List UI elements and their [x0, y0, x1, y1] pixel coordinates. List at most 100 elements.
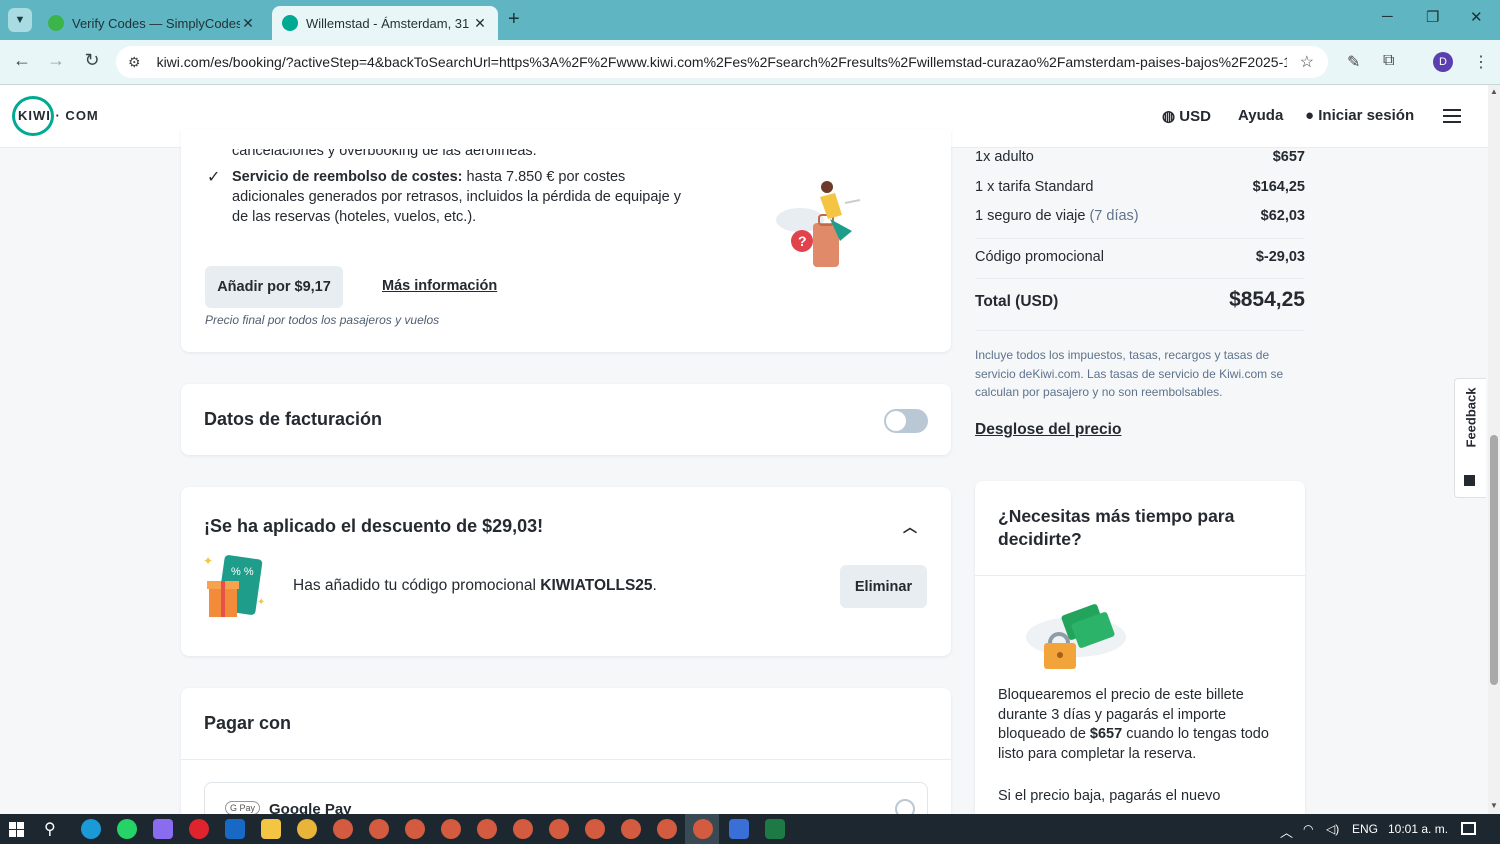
vpn-icon[interactable] — [729, 819, 749, 839]
user-icon: ● — [1305, 107, 1315, 124]
scrollbar-thumb[interactable] — [1490, 435, 1498, 685]
url-text[interactable]: kiwi.com/es/booking/?activeStep=4&backTo… — [157, 54, 1287, 70]
payment-divider — [181, 759, 951, 760]
hamburger-menu-icon[interactable] — [1443, 109, 1461, 123]
price-lock-card: ¿Necesitas más tiempo para decidirte? Bl… — [975, 481, 1305, 826]
browser-toolbar: ← → ↻ ⚙ kiwi.com/es/booking/?activeStep=… — [0, 40, 1500, 85]
discount-title: ¡Se ha aplicado el descuento de $29,03! — [204, 516, 544, 536]
promo-code: KIWIATOLLS25 — [540, 577, 653, 594]
price-note: Precio final por todos los pasajeros y v… — [205, 313, 440, 327]
tab-title: Verify Codes — SimplyCodes — [72, 15, 240, 31]
chrome-profile-icon[interactable] — [585, 819, 605, 839]
profile-avatar[interactable]: D — [1433, 52, 1453, 72]
reload-icon[interactable]: ↻ — [80, 50, 104, 71]
summary-label: Código promocional — [975, 249, 1104, 265]
tray-chevron-icon[interactable]: ︿ — [1280, 822, 1293, 841]
billing-title: Datos de facturación — [204, 409, 383, 429]
toggle-knob — [886, 411, 906, 431]
browser-tabstrip: ▼ Verify Codes — SimplyCodes ✕ Willemsta… — [0, 0, 1500, 40]
svg-text:✦: ✦ — [257, 597, 265, 608]
close-tab-icon[interactable]: ✕ — [240, 15, 256, 32]
summary-divider — [975, 238, 1305, 239]
chrome-profile-icon[interactable] — [549, 819, 569, 839]
windows-start-icon[interactable] — [9, 822, 24, 837]
excel-icon[interactable] — [765, 819, 785, 839]
price-lock-text-2: Si el precio baja, pagarás el nuevo — [998, 788, 1221, 804]
address-bar[interactable]: ⚙ kiwi.com/es/booking/?activeStep=4&back… — [116, 46, 1328, 78]
promo-text: Has añadido tu código promocional KIWIAT… — [293, 577, 657, 595]
outlook-icon[interactable] — [225, 819, 245, 839]
chrome-profile-icon[interactable] — [405, 819, 425, 839]
promo-text-prefix: Has añadido tu código promocional — [293, 577, 541, 594]
chrome-profile-icon[interactable] — [513, 819, 533, 839]
site-info-icon[interactable]: ⚙ — [128, 54, 141, 71]
promo-text-suffix: . — [652, 577, 657, 594]
summary-value: $62,03 — [1260, 208, 1305, 224]
signin-label: Iniciar sesión — [1318, 107, 1415, 124]
summary-value: $-29,03 — [1255, 249, 1305, 265]
price-lock-illustration — [1026, 604, 1126, 669]
insurance-duration: (7 días) — [1089, 208, 1139, 224]
wifi-icon[interactable]: ◠ — [1303, 822, 1313, 836]
signin-button[interactable]: ● Iniciar sesión — [1305, 107, 1414, 124]
clock[interactable]: 10:01 a. m. — [1388, 822, 1448, 836]
payment-title: Pagar con — [204, 713, 292, 733]
tab-verify-codes[interactable]: Verify Codes — SimplyCodes ✕ — [38, 6, 266, 40]
chevron-up-icon[interactable]: ︿ — [903, 517, 917, 537]
edit-icon[interactable]: ✎ — [1347, 52, 1360, 72]
tab-kiwi-booking[interactable]: Willemstad - Ámsterdam, 31 de ✕ — [272, 6, 498, 40]
page-scrollbar[interactable]: ▲ ▼ — [1488, 85, 1500, 814]
search-icon[interactable]: ⚲ — [44, 819, 56, 839]
close-tab-icon[interactable]: ✕ — [472, 15, 488, 32]
minimize-icon[interactable]: ─ — [1382, 8, 1393, 25]
benefit-refund-text-2: adicionales generados por retrasos, incl… — [232, 189, 681, 205]
notifications-icon[interactable] — [1461, 822, 1476, 835]
kiwi-logo[interactable]: KIWI · COM — [18, 108, 99, 123]
add-insurance-button[interactable]: Añadir por $9,17 — [205, 266, 343, 308]
summary-label: 1 x tarifa Standard — [975, 179, 1094, 195]
discount-card: ¡Se ha aplicado el descuento de $29,03! … — [181, 487, 951, 656]
volume-icon[interactable]: ◁) — [1326, 822, 1339, 836]
chrome-profile-icon[interactable] — [657, 819, 677, 839]
payment-card: Pagar con G Pay Google Pay — [181, 688, 951, 832]
whatsapp-icon[interactable] — [117, 819, 137, 839]
svg-text:✦: ✦ — [203, 554, 213, 568]
chrome-profile-icon[interactable] — [369, 819, 389, 839]
scroll-down-arrow-icon[interactable]: ▼ — [1490, 801, 1498, 810]
opera-icon[interactable] — [189, 819, 209, 839]
chrome-profile-icon[interactable] — [621, 819, 641, 839]
chrome-icon[interactable] — [297, 819, 317, 839]
chrome-profile-icon[interactable] — [441, 819, 461, 839]
new-tab-button[interactable]: + — [508, 8, 520, 31]
price-lock-amount: $657 — [1089, 726, 1123, 742]
restore-icon[interactable]: ❐ — [1426, 8, 1439, 26]
kiwi-favicon-icon — [282, 15, 298, 31]
summary-total: Total (USD) $854,25 — [975, 288, 1305, 312]
currency-selector[interactable]: ◍ USD — [1162, 107, 1211, 125]
bookmark-star-icon[interactable]: ☆ — [1300, 52, 1314, 72]
language-indicator[interactable]: ENG — [1352, 822, 1378, 836]
close-window-icon[interactable]: ✕ — [1470, 8, 1483, 26]
scroll-up-arrow-icon[interactable]: ▲ — [1490, 87, 1498, 96]
summary-label: 1 seguro de viaje (7 días) — [975, 208, 1139, 224]
copilot-icon[interactable] — [153, 819, 173, 839]
price-breakdown-link[interactable]: Desglose del precio — [975, 421, 1121, 439]
back-icon[interactable]: ← — [10, 50, 34, 71]
feedback-tab[interactable]: Feedback — [1454, 378, 1486, 498]
file-explorer-icon[interactable] — [261, 819, 281, 839]
menu-dots-icon[interactable]: ⋮ — [1473, 52, 1489, 72]
tab-search-button[interactable]: ▼ — [8, 8, 32, 32]
chrome-active-icon[interactable] — [693, 819, 713, 839]
forward-icon[interactable]: → — [44, 50, 68, 71]
chrome-profile-icon[interactable] — [333, 819, 353, 839]
billing-toggle[interactable] — [884, 409, 928, 433]
chrome-profile-icon[interactable] — [477, 819, 497, 839]
summary-divider — [975, 278, 1305, 279]
remove-promo-button[interactable]: Eliminar — [840, 565, 927, 608]
more-info-link[interactable]: Más información — [382, 278, 497, 294]
help-link[interactable]: Ayuda — [1238, 107, 1283, 124]
extensions-icon[interactable]: ⧉ — [1383, 52, 1394, 70]
currency-label: USD — [1179, 108, 1211, 125]
edge-icon[interactable] — [81, 819, 101, 839]
total-value: $854,25 — [1229, 288, 1305, 311]
